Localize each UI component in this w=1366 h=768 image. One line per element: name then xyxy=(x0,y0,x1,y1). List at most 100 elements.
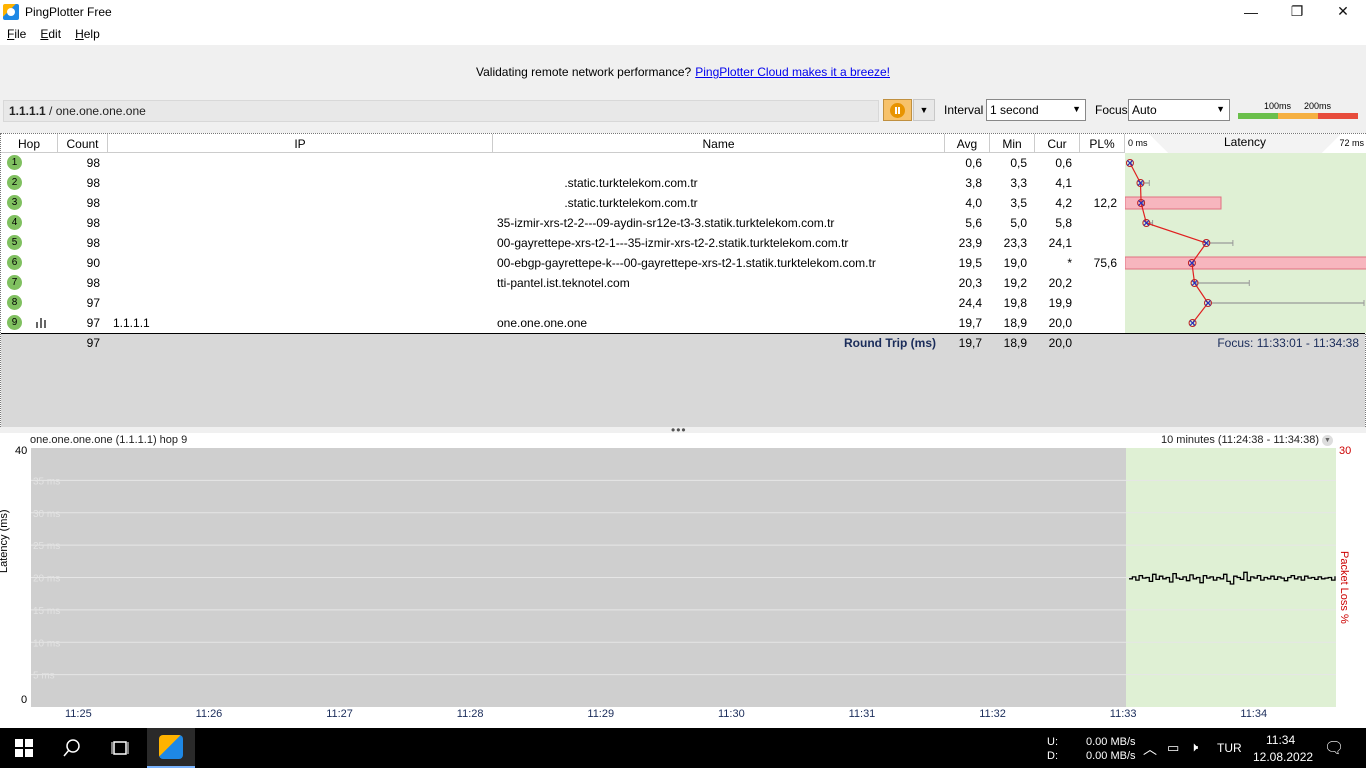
col-pl[interactable]: PL% xyxy=(1080,134,1125,153)
clock-date[interactable]: 12.08.2022 xyxy=(1253,750,1313,764)
net-up-label: U: xyxy=(1047,736,1058,748)
window-controls: — ❐ ✕ xyxy=(1228,0,1366,23)
chevron-down-icon: ▼ xyxy=(919,105,929,115)
cell-pl: 75,6 xyxy=(1093,256,1117,270)
cell-name: 00-ebgp-gayrettepe-k---00-gayrettepe-xrs… xyxy=(497,256,876,270)
windows-logo-icon xyxy=(15,739,33,757)
menu-help[interactable]: Help xyxy=(68,27,107,41)
cell-count: 98 xyxy=(86,156,100,170)
timeline-range-label: 10 minutes (11:24:38 - 11:34:38) xyxy=(1161,434,1319,446)
promo-link[interactable]: PingPlotter Cloud makes it a breeze! xyxy=(695,65,890,79)
cell-min: 18,9 xyxy=(1003,316,1027,330)
col-min[interactable]: Min xyxy=(990,134,1035,153)
timeline-gridline-label: 10 ms xyxy=(33,638,60,649)
task-view-button[interactable] xyxy=(96,728,144,768)
menu-edit[interactable]: Edit xyxy=(33,27,68,41)
col-ip[interactable]: IP xyxy=(108,134,493,153)
cell-avg: 23,9 xyxy=(958,236,982,250)
table-row[interactable]: 3 98 4,0 3,5 4,2 12,2 .static.turktelekom.com.… xyxy=(1,193,1125,213)
chevron-up-icon[interactable]: ︿ xyxy=(1143,739,1157,759)
timeline-loss-max: 30 xyxy=(1339,445,1352,457)
pause-button[interactable] xyxy=(883,99,912,121)
timeline-plot[interactable]: 35 ms 30 ms 25 ms 20 ms 15 ms 10 ms 5 ms xyxy=(31,448,1336,707)
scale-orange-bar xyxy=(1278,113,1318,119)
target-field[interactable]: 1.1.1.1 / one.one.one.one xyxy=(3,100,879,122)
notification-icon[interactable]: 🗨 xyxy=(1324,738,1344,758)
timeline-range-select[interactable]: 10 minutes (11:24:38 - 11:34:38) ▼ xyxy=(1161,434,1333,446)
restore-button[interactable]: ❐ xyxy=(1274,0,1320,23)
taskbar-pingplotter[interactable] xyxy=(147,728,195,768)
timeline-x-tick: 11:27 xyxy=(326,708,353,720)
minimize-button[interactable]: — xyxy=(1228,0,1274,23)
timeline-x-tick: 11:26 xyxy=(195,708,223,720)
rt-label: Round Trip (ms) xyxy=(844,336,936,350)
cell-name: 35-izmir-xrs-t2-2---09-aydin-sr12e-t3-3.… xyxy=(497,216,835,230)
bar-chart-icon[interactable] xyxy=(36,318,48,328)
table-row[interactable]: 5 98 23,9 23,3 24,1 00-gayrettepe-xrs-t2-1---… xyxy=(1,233,1125,253)
pingplotter-app-icon xyxy=(159,735,183,759)
cell-count: 90 xyxy=(86,256,100,270)
network-icon[interactable]: ▭ xyxy=(1167,740,1179,756)
interval-select[interactable]: 1 second ▼ xyxy=(986,99,1086,121)
cell-cur: 0,6 xyxy=(1055,156,1072,170)
cell-count: 98 xyxy=(86,276,100,290)
hop-number: 8 xyxy=(7,295,22,310)
cell-count: 97 xyxy=(86,296,100,310)
col-hop[interactable]: Hop xyxy=(1,134,58,153)
pingplotter-logo-icon xyxy=(3,3,19,20)
focus-select[interactable]: Auto ▼ xyxy=(1128,99,1230,121)
clock-time[interactable]: 11:34 xyxy=(1266,733,1295,747)
cell-count: 98 xyxy=(86,196,100,210)
pause-dropdown-button[interactable]: ▼ xyxy=(913,99,935,121)
timeline-loss-axis-label: Packet Loss % xyxy=(1338,551,1350,624)
search-button[interactable] xyxy=(48,728,96,768)
col-cur[interactable]: Cur xyxy=(1035,134,1080,153)
timeline-gridline-label: 35 ms xyxy=(33,476,60,487)
close-button[interactable]: ✕ xyxy=(1320,0,1366,23)
timeline-y-max: 40 xyxy=(15,445,28,457)
timeline-panel: one.one.one.one (1.1.1.1) hop 9 10 minut… xyxy=(0,433,1366,728)
table-row[interactable]: 1 98 0,6 0,5 0,6 xyxy=(1,153,1125,173)
table-row[interactable]: 6 90 19,5 19,0 * 75,6 00-ebgp-gayrettepe-k---0… xyxy=(1,253,1125,273)
col-name[interactable]: Name xyxy=(493,134,945,153)
grid-header: Hop Count IP Name Avg Min Cur PL% xyxy=(1,134,1125,153)
promo-banner: Validating remote network performance? P… xyxy=(0,46,1366,98)
table-row[interactable]: 9 97 1.1.1.1 19,7 18,9 20,0 one.one.one.one xyxy=(1,313,1125,333)
table-row[interactable]: 7 98 20,3 19,2 20,2 tti-pantel.ist.teknotel.c… xyxy=(1,273,1125,293)
scale-green-bar xyxy=(1238,113,1278,119)
timeline-x-tick: 11:30 xyxy=(718,708,745,720)
hop-number: 7 xyxy=(7,275,22,290)
cell-cur: 4,2 xyxy=(1055,196,1072,210)
interval-label: Interval xyxy=(944,103,984,117)
language-indicator[interactable]: TUR xyxy=(1217,741,1242,755)
target-separator: / xyxy=(45,104,56,118)
col-count[interactable]: Count xyxy=(58,134,108,153)
target-ip: 1.1.1.1 xyxy=(9,104,46,118)
cell-avg: 19,5 xyxy=(958,256,982,270)
window-title: PingPlotter Free xyxy=(25,4,112,19)
hop-number: 9 xyxy=(7,315,22,330)
chevron-down-icon: ▼ xyxy=(1322,434,1333,446)
scale-red-bar xyxy=(1318,113,1358,119)
rt-min: 18,9 xyxy=(1003,336,1027,350)
hop-number: 1 xyxy=(7,155,22,170)
timeline-x-tick: 11:32 xyxy=(979,708,1006,720)
timeline-title: one.one.one.one (1.1.1.1) hop 9 xyxy=(30,434,188,446)
table-row[interactable]: 8 97 24,4 19,8 19,9 xyxy=(1,293,1125,313)
timeline-x-tick: 11:28 xyxy=(456,708,484,720)
latency-cur-marker xyxy=(1189,320,1196,326)
timeline-gridline-label: 30 ms xyxy=(33,509,60,520)
cell-cur: 20,2 xyxy=(1048,276,1072,290)
volume-mute-icon[interactable]: 🕨 xyxy=(1190,739,1198,755)
search-icon xyxy=(63,739,80,757)
cell-ip: 1.1.1.1 xyxy=(113,316,150,330)
table-row[interactable]: 4 98 5,6 5,0 5,8 35-izmir-xrs-t2-2---09-aydin… xyxy=(1,213,1125,233)
col-avg[interactable]: Avg xyxy=(945,134,990,153)
cell-avg: 20,3 xyxy=(958,276,982,290)
cell-count: 98 xyxy=(86,236,100,250)
cell-avg: 0,6 xyxy=(965,156,982,170)
menu-file[interactable]: File xyxy=(0,27,33,41)
start-button[interactable] xyxy=(0,728,48,768)
table-row[interactable]: 2 98 3,8 3,3 4,1 .static.turktelekom.com.tr xyxy=(1,173,1125,193)
timeline-y-min: 0 xyxy=(21,694,28,706)
